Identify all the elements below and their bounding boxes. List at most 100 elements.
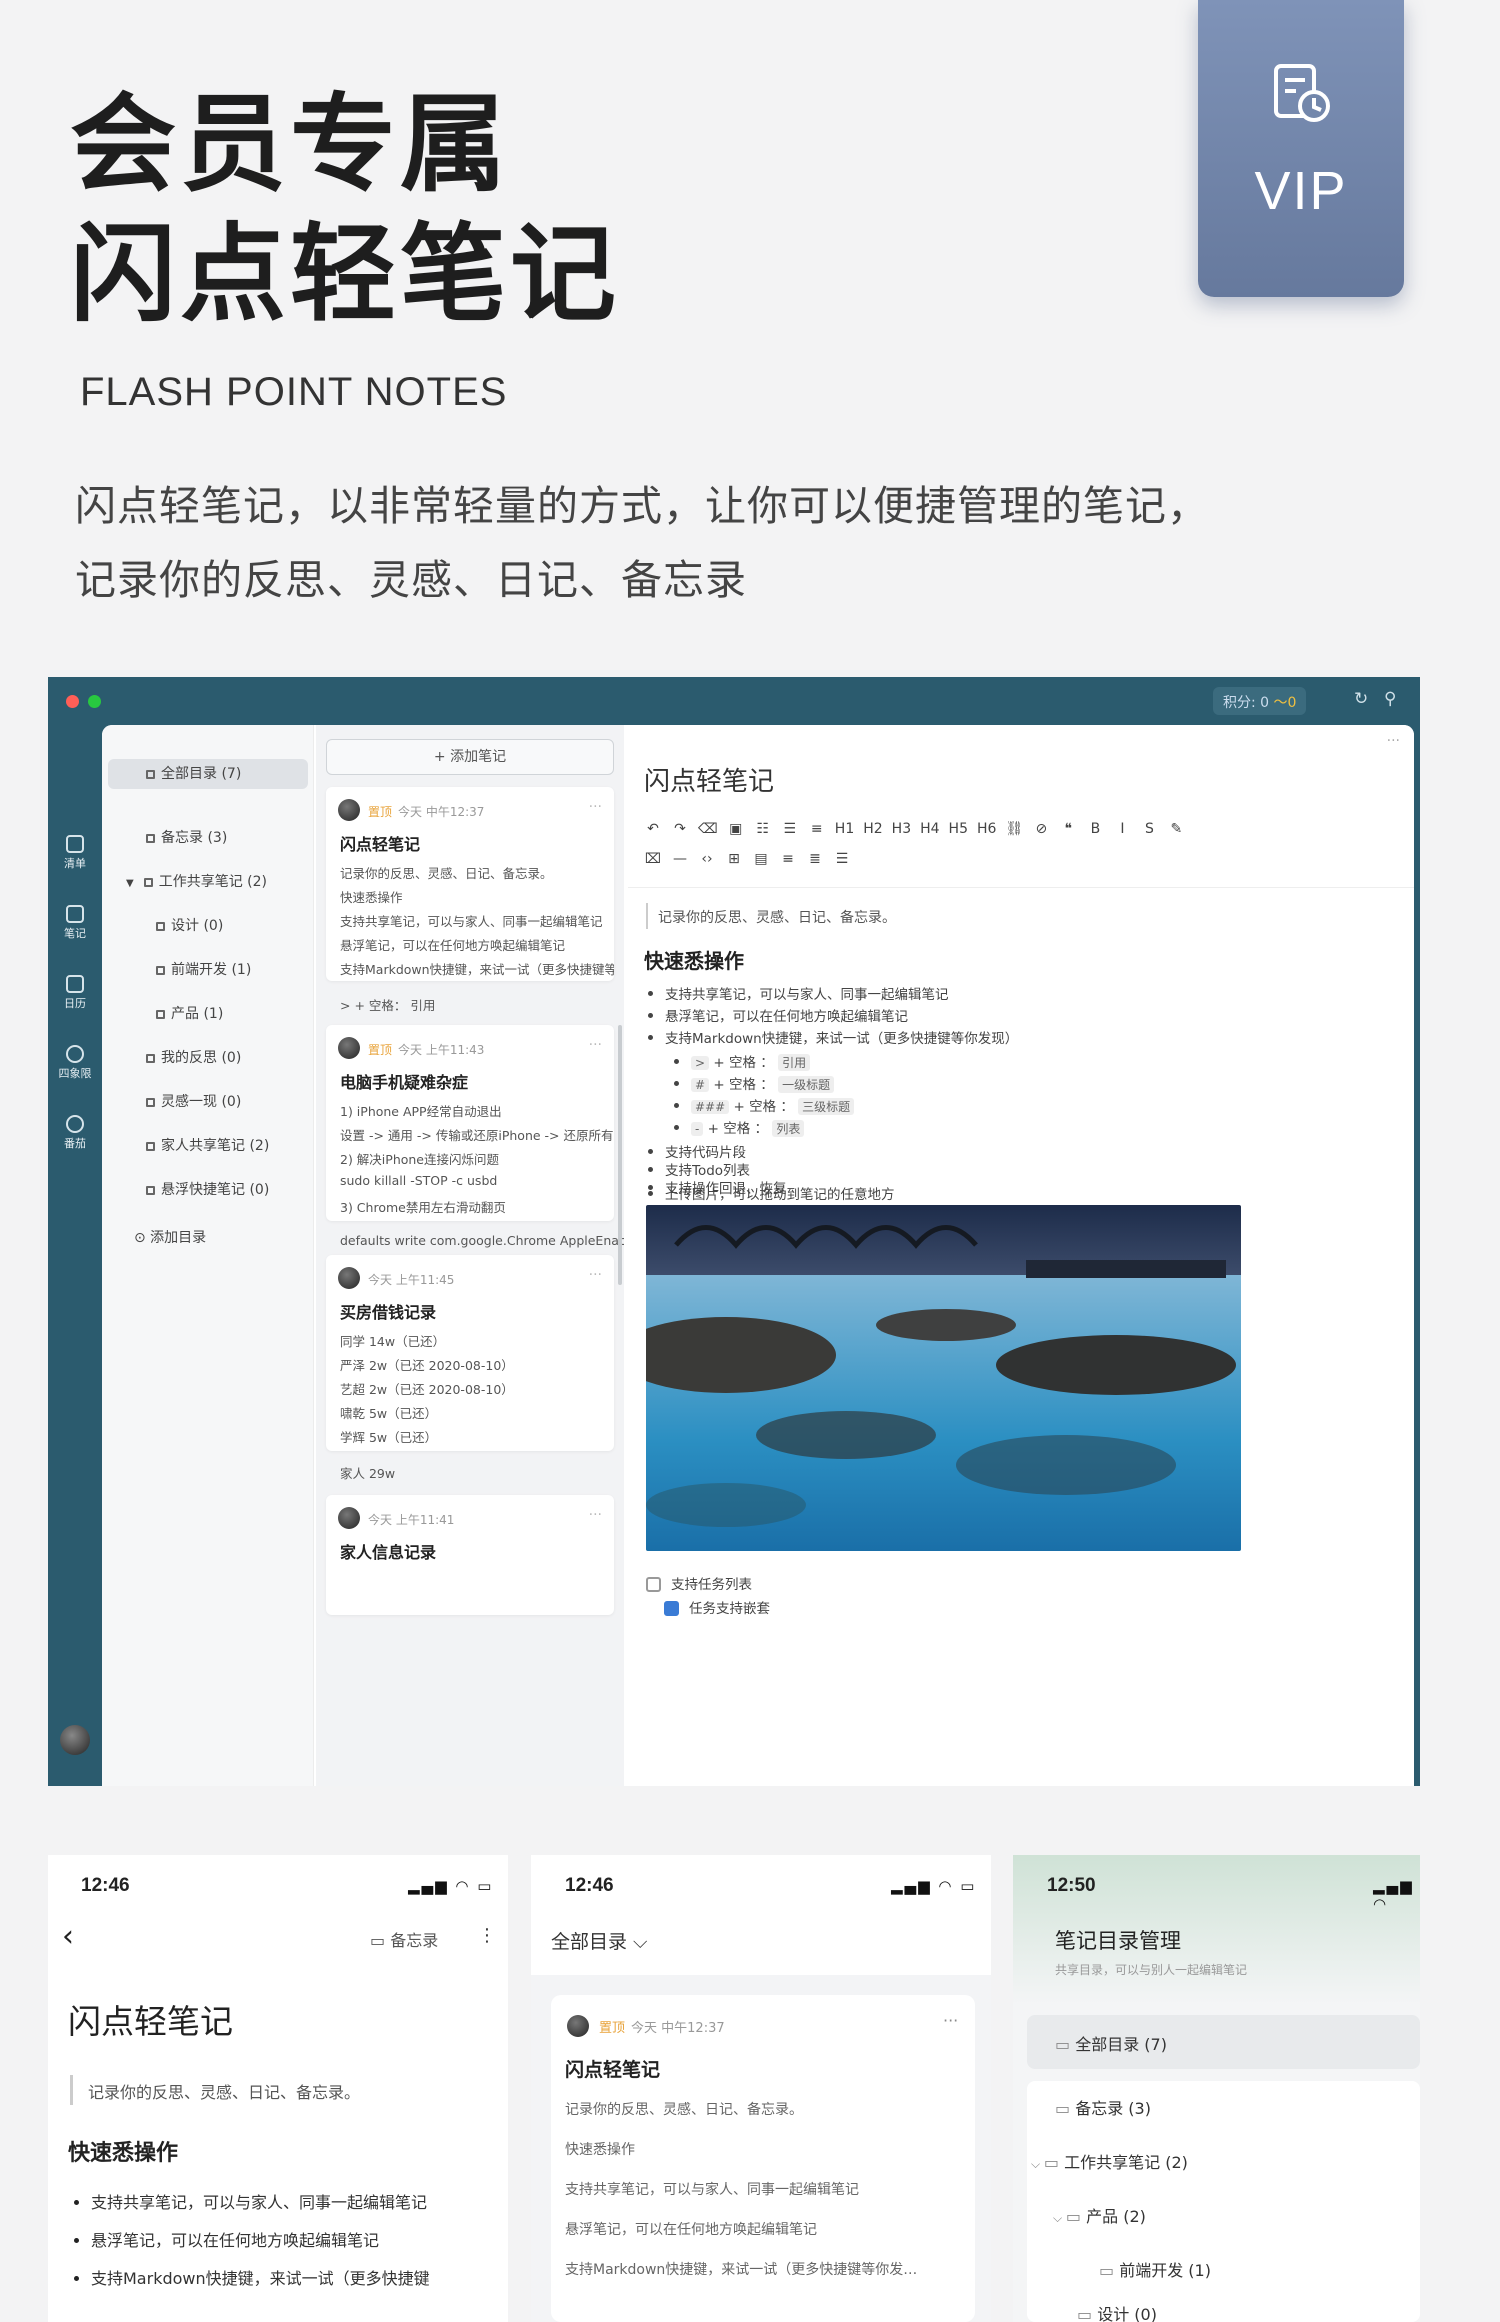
note-title: 家人信息记录 <box>340 1543 437 1562</box>
toolbar-button[interactable]: ▤ <box>752 851 770 867</box>
folder-icon: ▭ <box>1077 2305 1098 2322</box>
title-bar: 积分: 0 〜0 ↻ ⚲ <box>48 677 1420 725</box>
toolbar-button[interactable]: H6 <box>977 821 996 837</box>
list-item: 支持共享笔记，可以与家人、同事一起编辑笔记 <box>648 983 949 1003</box>
toolbar-button[interactable]: ▣ <box>727 821 745 837</box>
dir-row-design[interactable]: ▭ 设计 (0) <box>1077 2301 1157 2322</box>
note-line: 记录你的反思、灵感、日记、备忘录。 <box>340 866 553 881</box>
status-time: 12:46 <box>81 1875 130 1896</box>
toolbar-button[interactable]: H5 <box>949 821 968 837</box>
more-icon[interactable]: ··· <box>589 1037 602 1053</box>
add-note-button[interactable]: + 添加笔记 <box>326 739 614 775</box>
toolbar-button[interactable]: ≣ <box>806 851 824 867</box>
note-card[interactable]: 今天 上午11:41 ··· 家人信息记录 <box>326 1495 614 1615</box>
note-line: 啸乾 5w（已还） <box>340 1406 438 1421</box>
toolbar-button[interactable]: ⌫ <box>698 821 718 837</box>
folder-icon: ▭ <box>1043 2153 1065 2172</box>
toolbar-button[interactable]: B <box>1086 821 1104 837</box>
dir-item-frontend[interactable]: 前端开发 (1) <box>102 955 314 985</box>
dir-row-frontend[interactable]: ▭ 前端开发 (1) <box>1099 2257 1211 2281</box>
toolbar-button[interactable]: ‹› <box>698 851 716 867</box>
pin-window-icon[interactable]: ⚲ <box>1384 689 1396 709</box>
hero-title-line2: 闪点轻笔记 <box>70 213 620 336</box>
toolbar-button[interactable]: H2 <box>863 821 882 837</box>
note-line: 同学 14w（已还） <box>340 1334 446 1349</box>
toolbar-button[interactable]: H3 <box>892 821 911 837</box>
phone-header <box>531 1855 991 1975</box>
toolbar-button[interactable]: ⊘ <box>1032 821 1050 837</box>
rail-item-calendar[interactable]: 日历 <box>48 975 102 1011</box>
back-icon[interactable]: ‹ <box>62 1919 74 1954</box>
toolbar-button[interactable]: H1 <box>835 821 854 837</box>
toolbar-button[interactable]: ⌧ <box>644 851 662 867</box>
scrollbar[interactable] <box>618 1025 622 1285</box>
dir-item-design[interactable]: 设计 (0) <box>102 911 314 941</box>
toolbar-button[interactable]: ☰ <box>781 821 799 837</box>
dir-item-work-shared[interactable]: ▼ 工作共享笔记 (2) <box>102 867 314 897</box>
directory-panel: 全部目录 (7) 备忘录 (3) ▼ 工作共享笔记 (2) 设计 (0) 前端开发… <box>102 725 314 1786</box>
more-icon[interactable]: ··· <box>589 1267 602 1283</box>
dir-item-inspiration[interactable]: 灵感一现 (0) <box>102 1087 314 1117</box>
dir-item-product[interactable]: 产品 (1) <box>102 999 314 1029</box>
user-avatar[interactable] <box>60 1725 90 1755</box>
more-icon[interactable]: ··· <box>943 2011 958 2030</box>
note-line: 3) Chrome禁用左右滑动翻页 <box>340 1200 506 1215</box>
more-icon[interactable]: ⋮ <box>478 1925 496 1946</box>
checkbox[interactable] <box>646 1577 661 1592</box>
sync-icon[interactable]: ↻ <box>1354 689 1368 709</box>
more-icon[interactable]: ··· <box>1387 733 1400 749</box>
toolbar-button[interactable]: ≡ <box>808 821 826 837</box>
toolbar-button[interactable]: ❝ <box>1059 821 1077 837</box>
checkbox-checked[interactable] <box>664 1601 679 1616</box>
editor-title[interactable]: 闪点轻笔记 <box>644 761 774 798</box>
dir-row-all[interactable]: ▭ 全部目录 (7) <box>1055 2031 1167 2055</box>
rail-item-notes[interactable]: 笔记 <box>48 905 102 941</box>
note-line: 悬浮笔记，可以在任何地方唤起编辑笔记 <box>565 2222 817 2238</box>
toolbar-button[interactable]: H4 <box>920 821 939 837</box>
dir-item-all[interactable]: 全部目录 (7) <box>108 759 308 789</box>
close-window-button[interactable] <box>66 695 79 708</box>
phone-note-heading: 快速悉操作 <box>68 2141 179 2166</box>
toolbar-button[interactable]: I <box>1113 821 1131 837</box>
dir-item-floating[interactable]: 悬浮快捷笔记 (0) <box>102 1175 314 1205</box>
toolbar-button[interactable]: ↷ <box>671 821 689 837</box>
dir-row-product[interactable]: ⌵ ▭ 产品 (2) <box>1053 2203 1146 2227</box>
toolbar-button[interactable]: — <box>671 851 689 867</box>
toolbar-button[interactable]: ☰ <box>833 851 851 867</box>
toolbar-button[interactable]: S <box>1140 821 1158 837</box>
phone-page-title: 笔记目录管理 <box>1055 1929 1181 1953</box>
dir-item-family-shared[interactable]: 家人共享笔记 (2) <box>102 1131 314 1161</box>
rail-item-tomato[interactable]: 番茄 <box>48 1115 102 1151</box>
toolbar-button[interactable]: ☷ <box>754 821 772 837</box>
rail-item-list[interactable]: 清单 <box>48 835 102 871</box>
note-line: 快速悉操作 <box>565 2142 635 2158</box>
note-card[interactable]: 置顶 今天 中午12:37 ··· 闪点轻笔记 记录你的反思、灵感、日记、备忘录。… <box>326 787 614 981</box>
more-icon[interactable]: ··· <box>589 799 602 815</box>
toolbar-button[interactable]: ✎ <box>1167 821 1185 837</box>
toolbar-button[interactable]: ≡ <box>779 851 797 867</box>
phone-note-title[interactable]: 闪点轻笔记 <box>68 1995 233 2043</box>
dir-item-reflection[interactable]: 我的反思 (0) <box>102 1043 314 1073</box>
dir-item-memo[interactable]: 备忘录 (3) <box>102 823 314 853</box>
more-icon[interactable]: ··· <box>589 1507 602 1523</box>
divider <box>628 887 1414 888</box>
status-time: 12:46 <box>565 1875 614 1896</box>
zoom-window-button[interactable] <box>88 695 101 708</box>
dir-row-work-shared[interactable]: ⌵ ▭ 工作共享笔记 (2) <box>1031 2149 1188 2173</box>
note-card[interactable]: 今天 上午11:45 ··· 买房借钱记录 同学 14w（已还） 严泽 2w（已… <box>326 1255 614 1451</box>
note-icon <box>66 905 84 923</box>
note-image-coast[interactable] <box>646 1205 1241 1551</box>
toolbar-button[interactable]: ⊞ <box>725 851 743 867</box>
toolbar-button[interactable]: ⛓ <box>1005 821 1024 837</box>
toolbar-button[interactable]: ↶ <box>644 821 662 837</box>
directory-dropdown[interactable]: 全部目录 ⌵ <box>551 1927 647 1954</box>
add-directory-button[interactable]: ⊙ 添加目录 <box>102 1223 314 1253</box>
dir-row-memo[interactable]: ▭ 备忘录 (3) <box>1055 2095 1151 2119</box>
note-card[interactable]: 置顶 今天 上午11:43 ··· 电脑手机疑难杂症 1) iPhone APP经… <box>326 1025 614 1221</box>
folder-label[interactable]: ▭ 备忘录 <box>370 1927 438 1951</box>
avatar <box>338 1037 360 1059</box>
note-time: 今天 上午11:43 <box>398 1043 485 1057</box>
rail-item-quadrant[interactable]: 四象限 <box>48 1045 102 1081</box>
coast-photo-graphic <box>646 1205 1241 1551</box>
tomato-icon <box>66 1115 84 1133</box>
